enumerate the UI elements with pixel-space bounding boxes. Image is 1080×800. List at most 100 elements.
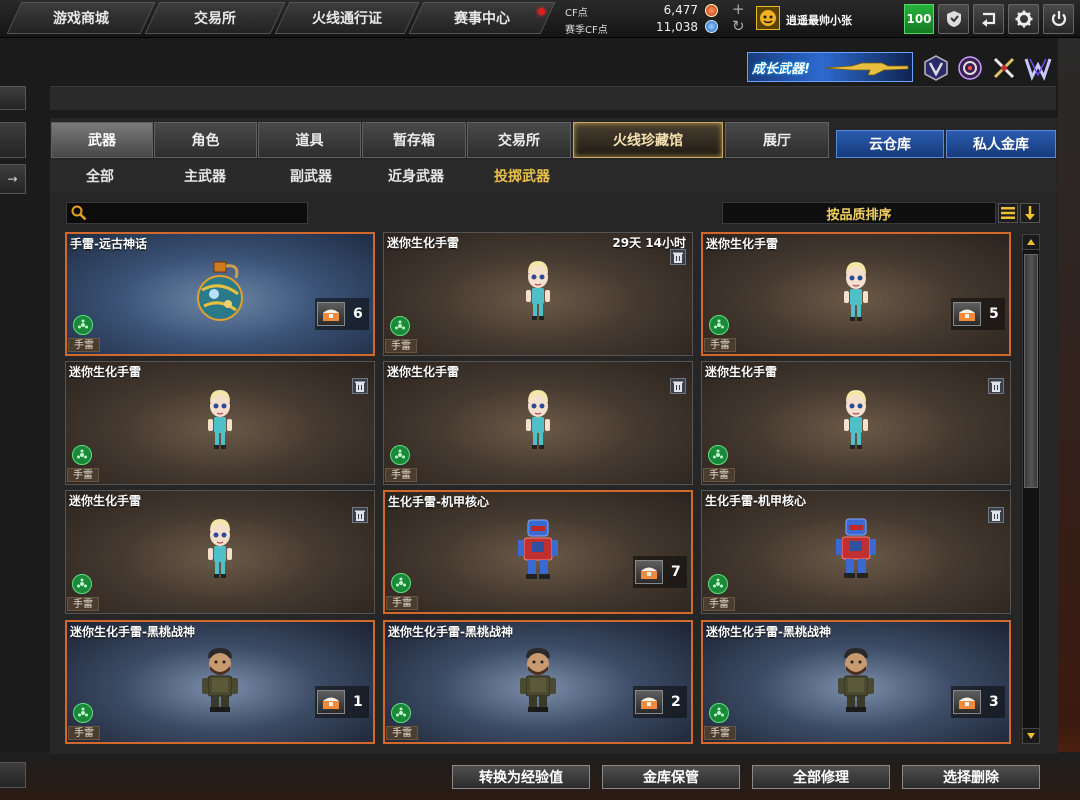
growth-weapon-banner[interactable]: 成长武器! <box>747 52 913 82</box>
season-cf-points-value: 11,038 <box>656 20 698 34</box>
v-emblem-button[interactable] <box>922 54 950 82</box>
quality-icon <box>709 703 729 723</box>
tab-showroom[interactable]: 展厅 <box>725 122 829 158</box>
delete-item-button[interactable] <box>670 378 686 394</box>
tab-weapons[interactable]: 武器 <box>51 122 153 158</box>
left-panel-stub[interactable] <box>0 122 26 158</box>
item-card[interactable]: 生化手雷-机甲核心 手雷 <box>701 490 1011 614</box>
sort-label: 按品质排序 <box>826 207 892 223</box>
topnav-tab-label: 火线通行证 <box>312 11 382 27</box>
delete-item-button[interactable] <box>988 378 1004 394</box>
target-emblem-button[interactable] <box>956 54 984 82</box>
item-type-tag: 手雷 <box>385 339 417 353</box>
item-card[interactable]: 迷你生化手雷 手雷 <box>65 361 375 485</box>
convert-to-exp-button[interactable]: 转换为经验值 <box>452 765 590 789</box>
delete-item-button[interactable] <box>352 507 368 523</box>
trash-icon <box>673 381 683 392</box>
delete-item-button[interactable] <box>988 507 1004 523</box>
tab-label: 道具 <box>295 133 324 149</box>
sort-direction-button[interactable] <box>1020 203 1040 223</box>
return-button[interactable] <box>973 4 1004 34</box>
delete-item-button[interactable] <box>352 378 368 394</box>
chest-icon <box>953 302 981 326</box>
item-card[interactable]: 迷你生化手雷 手雷 5 <box>701 232 1011 356</box>
left-arrow-button[interactable]: → <box>0 164 26 194</box>
quality-icon <box>73 315 93 335</box>
item-type-tag: 手雷 <box>704 338 736 352</box>
item-card[interactable]: 迷你生化手雷 手雷 <box>65 490 375 614</box>
subtab-all[interactable]: 全部 <box>86 166 114 186</box>
scrollbar-thumb[interactable] <box>1024 254 1038 488</box>
scroll-up-button[interactable] <box>1022 234 1040 250</box>
vault-store-button[interactable]: 金库保管 <box>602 765 740 789</box>
item-card[interactable]: 迷你生化手雷 手雷 <box>383 361 693 485</box>
return-icon <box>981 12 995 27</box>
repair-all-button[interactable]: 全部修理 <box>752 765 890 789</box>
private-vault-button[interactable]: 私人金库 <box>946 130 1056 158</box>
tab-collection-museum[interactable]: 火线珍藏馆 <box>573 122 723 158</box>
scroll-down-button[interactable] <box>1022 728 1040 744</box>
select-delete-button[interactable]: 选择删除 <box>902 765 1040 789</box>
background-decor-right <box>1058 38 1080 800</box>
season-coin-icon <box>705 20 718 33</box>
item-name: 手雷-远古神话 <box>70 237 147 251</box>
topnav-tab-exchange[interactable]: 交易所 <box>144 2 286 34</box>
avatar[interactable] <box>756 6 780 30</box>
left-panel-stub-bottom[interactable] <box>0 762 26 788</box>
tab-label: 角色 <box>191 133 220 149</box>
tab-items[interactable]: 道具 <box>258 122 361 158</box>
settings-button[interactable] <box>1008 4 1039 34</box>
add-points-icon[interactable]: + <box>732 2 745 17</box>
item-type-tag: 手雷 <box>67 468 99 482</box>
shield-icon <box>946 11 961 27</box>
subtab-throwable[interactable]: 投掷武器 <box>494 166 550 186</box>
search-input[interactable] <box>66 202 308 224</box>
soldier-figure <box>836 648 876 716</box>
topnav-tab-events[interactable]: 赛事中心 <box>408 2 556 34</box>
shield-button[interactable] <box>938 4 969 34</box>
tab-characters[interactable]: 角色 <box>154 122 257 158</box>
subtab-primary[interactable]: 主武器 <box>184 166 226 186</box>
topnav-tab-label: 交易所 <box>194 11 236 27</box>
w-emblem-button[interactable] <box>1024 54 1052 82</box>
notification-dot <box>538 8 545 15</box>
top-bar: 游戏商城 交易所 火线通行证 赛事中心 CF点 赛季CF点 6,477 11,0… <box>0 0 1080 38</box>
item-card[interactable]: 迷你生化手雷 29天 14小时 手雷 <box>383 232 693 356</box>
banner-text: 成长武器! <box>752 62 810 77</box>
subtab-secondary[interactable]: 副武器 <box>290 166 332 186</box>
item-card[interactable]: 生化手雷-机甲核心 手雷 7 <box>383 490 693 614</box>
search-icon <box>71 205 87 221</box>
chest-icon <box>953 690 981 714</box>
crossed-swords-button[interactable] <box>990 54 1018 82</box>
quality-icon <box>391 573 411 593</box>
left-panel-stub-top[interactable] <box>0 86 26 110</box>
tab-exchange[interactable]: 交易所 <box>467 122 571 158</box>
delete-item-button[interactable] <box>670 249 686 265</box>
refresh-icon[interactable]: ↻ <box>732 19 745 34</box>
topnav-tab-battle-pass[interactable]: 火线通行证 <box>274 2 420 34</box>
item-count-badge: 1 <box>315 686 369 718</box>
quality-icon <box>390 316 410 336</box>
season-cf-points-label: 赛季CF点 <box>565 25 608 36</box>
item-card[interactable]: 迷你生化手雷-黑桃战神 手雷 2 <box>383 620 693 744</box>
cloud-storage-button[interactable]: 云仓库 <box>836 130 944 158</box>
tab-label: 暂存箱 <box>393 133 435 149</box>
topnav-tab-shop[interactable]: 游戏商城 <box>6 2 156 34</box>
item-card[interactable]: 迷你生化手雷-黑桃战神 手雷 3 <box>701 620 1011 744</box>
subtab-melee[interactable]: 近身武器 <box>388 166 444 186</box>
sort-dropdown[interactable]: 按品质排序 <box>722 202 996 224</box>
sort-list-button[interactable] <box>998 203 1018 223</box>
cf-coin-icon <box>705 4 718 17</box>
quality-icon <box>709 315 729 335</box>
item-card[interactable]: 迷你生化手雷-黑桃战神 手雷 1 <box>65 620 375 744</box>
button-label: 云仓库 <box>869 137 911 153</box>
golden-rifle-icon <box>823 62 909 76</box>
power-button[interactable] <box>1043 4 1074 34</box>
tab-temp-storage[interactable]: 暂存箱 <box>362 122 466 158</box>
item-card[interactable]: 手雷-远古神话 手雷 6 <box>65 232 375 356</box>
item-type-tag: 手雷 <box>704 726 736 740</box>
chest-icon <box>635 560 663 584</box>
target-emblem-icon <box>958 56 982 80</box>
item-count-badge: 3 <box>951 686 1005 718</box>
item-card[interactable]: 迷你生化手雷 手雷 <box>701 361 1011 485</box>
